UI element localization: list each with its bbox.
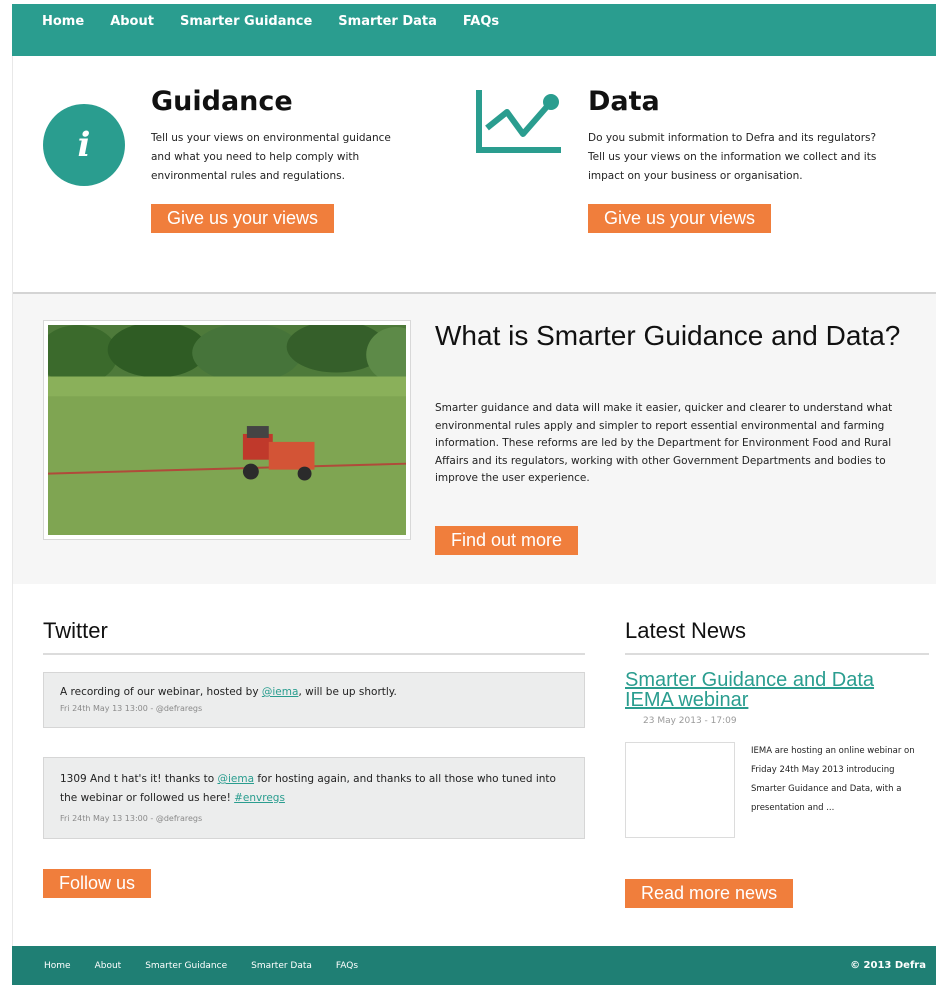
what-is-section: What is Smarter Guidance and Data? Smart… — [13, 294, 936, 584]
twitter-title: Twitter — [43, 618, 108, 643]
tweet-hashtag-link[interactable]: #envregs — [234, 792, 285, 804]
copyright-text: © 2013 Defra — [850, 960, 926, 971]
footer-nav: Home About Smarter Guidance Smarter Data… — [44, 961, 358, 971]
tweet-item: 1309 And t hat's it! thanks to @iema for… — [43, 757, 585, 839]
line-chart-icon — [476, 90, 561, 153]
page-content: i Guidance Tell us your views on environ… — [12, 56, 936, 946]
footer-nav-home[interactable]: Home — [44, 961, 71, 971]
guidance-block: Guidance Tell us your views on environme… — [151, 86, 411, 233]
news-thumbnail — [625, 742, 735, 838]
nav-faqs[interactable]: FAQs — [463, 14, 499, 29]
guidance-title: Guidance — [151, 86, 293, 117]
nav-about[interactable]: About — [110, 14, 154, 29]
what-is-title: What is Smarter Guidance and Data? — [435, 320, 901, 351]
news-divider — [625, 653, 929, 655]
tweet-mention-link[interactable]: @iema — [217, 773, 254, 785]
top-nav: Home About Smarter Guidance Smarter Data… — [12, 4, 936, 29]
find-out-more-button[interactable]: Find out more — [435, 526, 579, 555]
footer-nav-smarter-guidance[interactable]: Smarter Guidance — [145, 961, 227, 971]
footer-nav-faqs[interactable]: FAQs — [336, 961, 358, 971]
news-date: 23 May 2013 - 17:09 — [643, 716, 737, 726]
tweet-item: A recording of our webinar, hosted by @i… — [43, 672, 585, 728]
news-excerpt: IEMA are hosting an online webinar on Fr… — [751, 746, 915, 813]
data-give-views-button[interactable]: Give us your views — [588, 204, 772, 233]
top-nav-bar: Home About Smarter Guidance Smarter Data… — [12, 4, 936, 56]
nav-home[interactable]: Home — [42, 14, 84, 29]
footer-nav-smarter-data[interactable]: Smarter Data — [251, 961, 312, 971]
tweet-mention-link[interactable]: @iema — [262, 686, 299, 698]
guidance-give-views-button[interactable]: Give us your views — [151, 204, 335, 233]
guidance-text: Tell us your views on environmental guid… — [151, 132, 391, 182]
tractor-field-photo — [43, 320, 411, 540]
twitter-divider — [43, 653, 585, 655]
footer: Home About Smarter Guidance Smarter Data… — [12, 946, 936, 985]
what-is-text: Smarter guidance and data will make it e… — [435, 402, 893, 484]
follow-us-button[interactable]: Follow us — [43, 869, 152, 898]
info-icon: i — [43, 104, 125, 186]
nav-smarter-guidance[interactable]: Smarter Guidance — [180, 14, 312, 29]
data-text: Do you submit information to Defra and i… — [588, 132, 877, 182]
tractor-field-image — [48, 325, 406, 535]
tweet-meta: Fri 24th May 13 13:00 - @defraregs — [60, 814, 203, 823]
tweet-text: 1309 And t hat's it! thanks to @iema for… — [60, 773, 556, 804]
read-more-news-button[interactable]: Read more news — [625, 879, 794, 908]
nav-smarter-data[interactable]: Smarter Data — [338, 14, 437, 29]
data-block: Data Do you submit information to Defra … — [588, 86, 888, 233]
data-title: Data — [588, 86, 660, 117]
tweet-meta: Fri 24th May 13 13:00 - @defraregs — [60, 704, 203, 713]
latest-news-title: Latest News — [625, 618, 747, 643]
news-item-title-link[interactable]: Smarter Guidance and Data IEMA webinar — [625, 670, 925, 710]
tweet-text: A recording of our webinar, hosted by @i… — [60, 686, 397, 698]
footer-nav-about[interactable]: About — [95, 961, 122, 971]
